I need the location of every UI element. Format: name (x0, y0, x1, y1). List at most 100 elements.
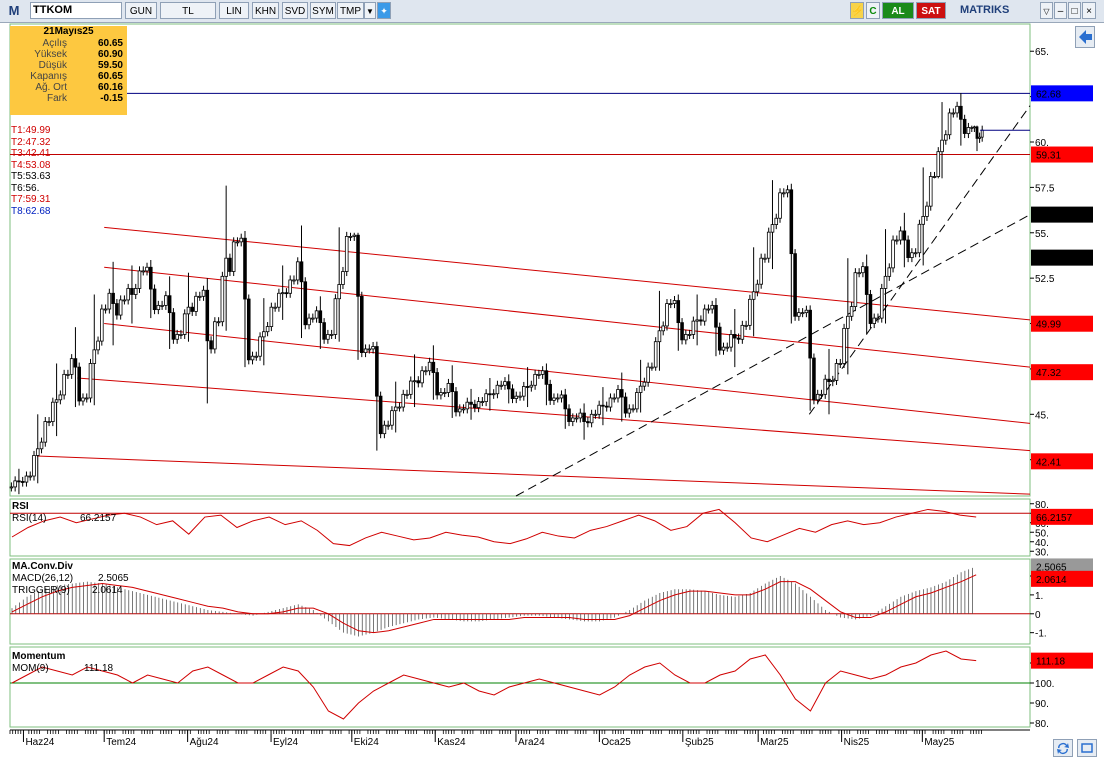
candle-body (910, 252, 914, 258)
back-arrow-icon[interactable] (1075, 26, 1095, 48)
candle-body (597, 404, 601, 415)
candle-body (552, 397, 556, 401)
price-marker: 42.41 (1036, 457, 1061, 468)
candle-body (608, 397, 613, 408)
candle-body (906, 239, 910, 258)
trigger-legend-value: 2.0614 (92, 585, 123, 596)
candle-body (352, 234, 357, 237)
x-tick-label: Mar25 (760, 737, 789, 748)
candle-body (250, 355, 255, 361)
candle-body (978, 136, 981, 139)
candle-body (292, 279, 296, 282)
candle-body (84, 397, 89, 400)
info-row: Ağ. Ort 60.16 (10, 82, 127, 93)
candle-body (782, 192, 786, 195)
candle-body (604, 405, 609, 408)
candle-body (970, 127, 974, 129)
candle-body (842, 327, 846, 364)
candle-body (160, 304, 164, 307)
candle-body (657, 330, 662, 343)
candle-body (555, 397, 560, 400)
candle-body (299, 261, 304, 283)
candle-body (314, 310, 319, 319)
candle-body (20, 481, 25, 483)
candle-body (239, 237, 244, 243)
candle-body (284, 292, 289, 295)
candle-body (126, 288, 130, 301)
candle-body (137, 270, 142, 289)
settings-icon[interactable] (1077, 739, 1097, 757)
ohlc-info-box: 21Mayıs25 Açılış 60.65 Yüksek 60.90 Düşük 59.… (10, 26, 127, 115)
candle-body (827, 378, 831, 383)
chart-canvas[interactable]: 65.62.560.57.555.52.550.47.545.42.562.68… (0, 0, 1104, 764)
candle-body (785, 189, 790, 194)
candle-body (446, 383, 451, 393)
candle-body (265, 326, 270, 333)
candle-body (224, 257, 228, 277)
x-tick-label: Haz24 (25, 737, 54, 748)
mom-tick-label: 100. (1035, 679, 1054, 690)
candle-body (484, 393, 488, 403)
candle-body (397, 406, 402, 409)
candle-body (759, 257, 763, 285)
candle-body (141, 270, 146, 273)
candle-body (450, 383, 455, 393)
candle-body (800, 312, 805, 315)
candle-body (17, 480, 21, 483)
candle-body (182, 313, 187, 335)
info-label: Yüksek (34, 49, 67, 60)
sync-icon[interactable] (1053, 739, 1073, 757)
candle-body (424, 370, 428, 373)
candle-body (465, 401, 470, 410)
level-label: T4:53.08 (11, 159, 51, 171)
candle-body (167, 295, 172, 314)
candle-body (980, 129, 984, 138)
candle-body (717, 326, 722, 351)
candle-body (13, 480, 17, 488)
info-label: Fark (47, 93, 67, 104)
candle-body (454, 391, 458, 413)
x-tick-label: Ağu24 (190, 737, 219, 748)
candle-body (563, 394, 568, 410)
rsi-title: RSI (12, 501, 29, 512)
candle-body (861, 266, 865, 274)
candle-body (73, 358, 78, 368)
level-label: T1:49.99 (11, 125, 51, 136)
candle-body (118, 299, 123, 316)
candle-body (879, 288, 884, 319)
info-value: 59.50 (97, 60, 123, 71)
candle-body (375, 346, 379, 397)
candle-body (706, 308, 711, 311)
candle-body (529, 384, 534, 388)
x-tick-label: Eki24 (354, 737, 379, 748)
candle-body (619, 389, 624, 398)
candle-body (337, 284, 341, 300)
y-tick-label: 52.5 (1035, 274, 1055, 285)
candle-body (363, 348, 368, 353)
candle-body (367, 348, 372, 351)
candle-body (691, 320, 696, 335)
candle-body (680, 322, 684, 341)
info-label: Düşük (38, 60, 67, 71)
trigger-marker: 2.0614 (1036, 575, 1067, 586)
candle-body (420, 370, 424, 384)
candle-body (201, 289, 206, 297)
candle-body (928, 176, 933, 207)
x-tick-label: Şub25 (685, 737, 714, 748)
candle-body (295, 261, 300, 281)
candle-body (687, 334, 692, 336)
candle-body (28, 475, 33, 478)
candle-body (913, 252, 918, 255)
candle-body (868, 294, 873, 324)
candle-body (197, 295, 202, 298)
candle-body (386, 424, 390, 427)
info-row: Kapanış 60.65 (10, 71, 127, 82)
candle-body (642, 381, 647, 387)
candle-body (506, 381, 511, 390)
info-row: Fark -0.15 (10, 93, 127, 104)
x-tick-label: Oca25 (601, 737, 631, 748)
candle-body (179, 334, 183, 336)
info-date: 21Mayıs25 (43, 26, 94, 37)
candle-body (702, 308, 707, 322)
candle-body (540, 370, 545, 375)
